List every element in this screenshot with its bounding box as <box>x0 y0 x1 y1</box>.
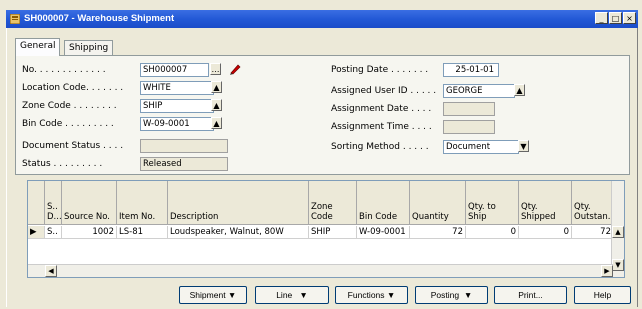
document-status-field <box>140 139 228 153</box>
status-label: Status . . . . . . . . . <box>22 159 103 169</box>
scroll-left-icon[interactable]: ◀ <box>45 265 57 277</box>
table-row-cell-quantity[interactable]: 72 <box>410 226 466 239</box>
scroll-arrow-icon[interactable]: ▲ <box>612 226 624 238</box>
table-row-cell-qty-outstanding[interactable]: 72 <box>572 226 614 239</box>
column-header-bin-code[interactable]: Bin Code <box>357 181 410 225</box>
bin-code-field[interactable]: W-09-0001 <box>140 117 214 131</box>
no-label: No. . . . . . . . . . . . . <box>22 65 106 75</box>
close-button[interactable]: × <box>623 12 636 24</box>
scroll-right-icon[interactable]: ▶ <box>601 265 613 277</box>
assignment-date-field <box>443 102 495 116</box>
table-row-cell-bin-code[interactable]: W-09-0001 <box>357 226 410 239</box>
scroll-down-icon[interactable]: ▼ <box>612 259 624 271</box>
column-header-item-no[interactable]: Item No. <box>117 181 168 225</box>
assigned-user-field[interactable]: GEORGE <box>443 84 515 98</box>
tab-general[interactable]: General <box>15 38 61 56</box>
column-header-source-no[interactable]: Source No. <box>62 181 117 225</box>
form-window: General Shipping No. . . . . . . . . . .… <box>6 28 638 307</box>
column-header-qty-to-ship[interactable]: Qty. to Ship <box>466 181 519 225</box>
title-bar: SH000007 - Warehouse Shipment _ □ × <box>6 10 638 28</box>
minimize-button[interactable]: _ <box>595 12 608 24</box>
dropdown-arrow-icon[interactable]: ▲ <box>211 81 222 93</box>
maximize-button[interactable]: □ <box>609 12 622 24</box>
table-row-cell-item-no[interactable]: LS-81 <box>117 226 168 239</box>
shipment-button[interactable]: Shipment ▼ <box>179 286 247 304</box>
assigned-user-label: Assigned User ID . . . . . <box>331 86 437 96</box>
dropdown-arrow-icon[interactable]: ▲ <box>514 84 525 96</box>
line-button[interactable]: Line ▼ <box>255 286 329 304</box>
chevron-down-icon[interactable]: ▼ <box>518 140 529 152</box>
assignment-date-label: Assignment Date . . . . <box>331 104 432 114</box>
column-header-description[interactable]: Description <box>168 181 309 225</box>
column-header-quantity[interactable]: Quantity <box>410 181 466 225</box>
tab-shipping[interactable]: Shipping <box>64 40 114 55</box>
table-row-cell-source-no[interactable]: 1002 <box>62 226 117 239</box>
functions-button[interactable]: Functions ▼ <box>335 286 408 304</box>
posting-date-field[interactable]: 25-01-01 <box>443 63 499 77</box>
row-selector-icon[interactable]: ▶ <box>28 226 45 239</box>
shipment-button-label: Shipment <box>189 290 226 300</box>
status-field: Released <box>140 157 228 171</box>
vertical-scrollbar[interactable]: ▼ ▲ <box>611 181 624 277</box>
zone-code-field[interactable]: SHIP <box>140 99 214 113</box>
column-header-qty-outstanding[interactable]: Qty. Outstan... <box>572 181 616 225</box>
general-panel: No. . . . . . . . . . . . . SH000007 … L… <box>15 55 630 175</box>
posting-button[interactable]: Posting ▼ <box>415 286 488 304</box>
pencil-icon[interactable] <box>228 62 242 76</box>
table-row-cell-qty-shipped[interactable]: 0 <box>519 226 572 239</box>
dropdown-arrow-icon[interactable]: ▲ <box>211 117 222 129</box>
posting-button-label: Posting <box>430 290 460 300</box>
help-button[interactable]: Help <box>574 286 631 304</box>
assignment-time-field <box>443 120 495 134</box>
table-row-cell-s[interactable]: S.. <box>45 226 62 239</box>
row-selector-header <box>28 181 45 225</box>
document-status-label: Document Status . . . . <box>22 141 124 151</box>
posting-date-label: Posting Date . . . . . . . <box>331 65 429 75</box>
column-header-qty-shipped[interactable]: Qty. Shipped <box>519 181 572 225</box>
horizontal-scrollbar[interactable]: ◀ ▶ <box>28 264 613 277</box>
print-button[interactable]: Print... <box>494 286 567 304</box>
table-row-cell-zone-code[interactable]: SHIP <box>309 226 357 239</box>
window-title: SH000007 - Warehouse Shipment <box>24 13 175 24</box>
sorting-method-field[interactable]: Document <box>443 140 519 154</box>
zone-code-label: Zone Code . . . . . . . . <box>22 101 117 111</box>
column-header-zone-code[interactable]: Zone Code <box>309 181 357 225</box>
column-header-s[interactable]: S.. D... <box>45 181 62 225</box>
no-field[interactable]: SH000007 <box>140 63 209 77</box>
assignment-time-label: Assignment Time . . . . <box>331 122 432 132</box>
functions-button-label: Functions <box>347 290 385 300</box>
window-icon <box>10 14 20 24</box>
table-row-cell-qty-to-ship[interactable]: 0 <box>466 226 519 239</box>
line-button-label: Line <box>276 290 293 300</box>
assist-edit-icon[interactable]: … <box>210 63 221 75</box>
location-code-label: Location Code. . . . . . . <box>22 83 124 93</box>
location-code-field[interactable]: WHITE <box>140 81 214 95</box>
dropdown-arrow-icon[interactable]: ▲ <box>211 99 222 111</box>
lines-grid: S.. D... Source No. Item No. Description… <box>27 180 625 278</box>
sorting-method-label: Sorting Method . . . . . <box>331 142 429 152</box>
table-row-cell-description[interactable]: Loudspeaker, Walnut, 80W <box>168 226 309 239</box>
bin-code-label: Bin Code . . . . . . . . . <box>22 119 114 129</box>
